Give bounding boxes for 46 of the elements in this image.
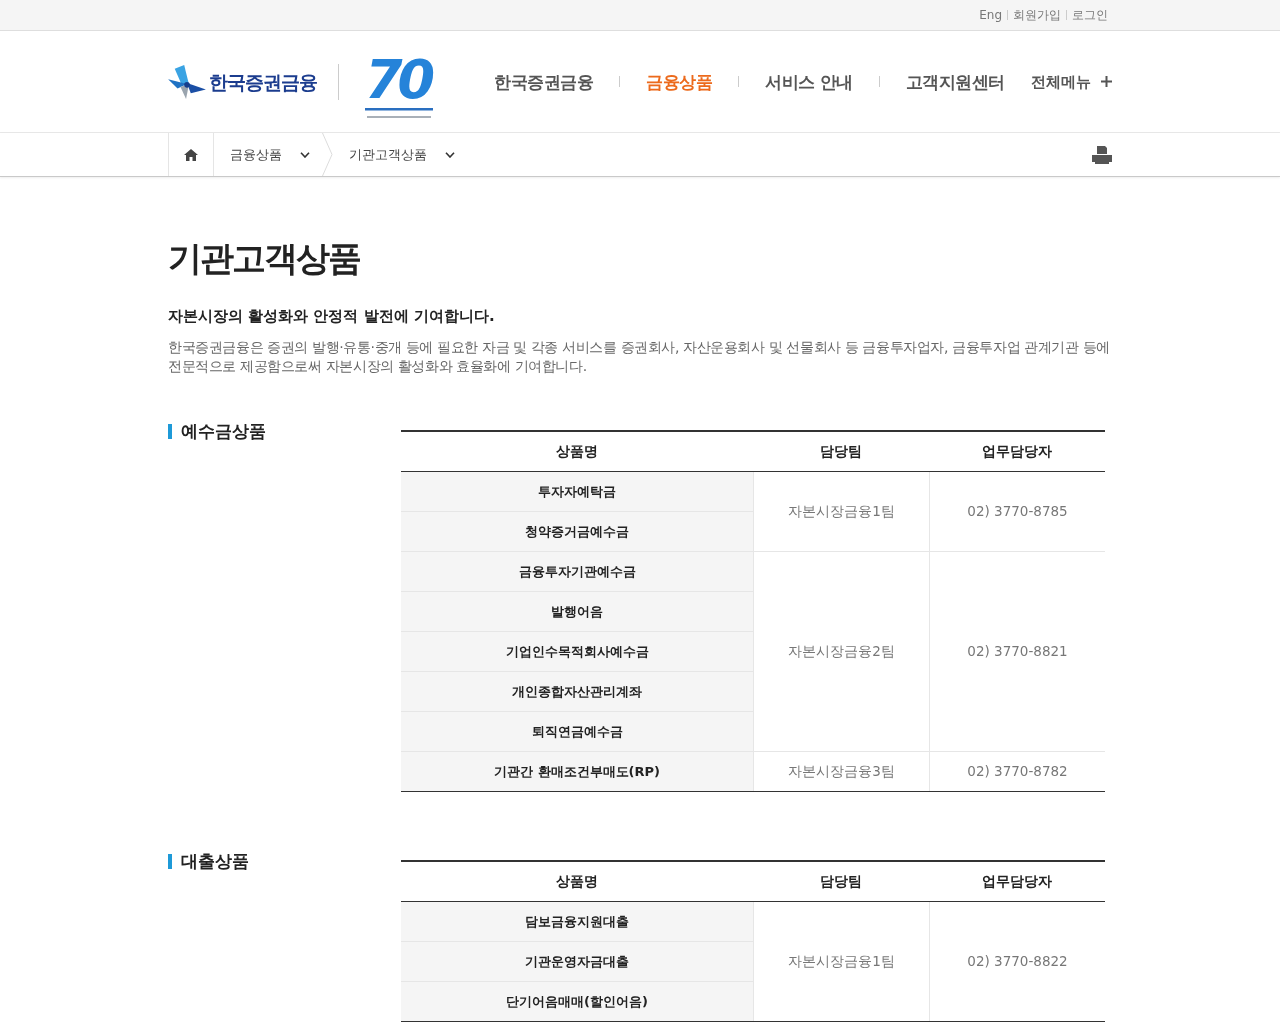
section-title: 대출상품 <box>181 851 249 871</box>
breadcrumb-dropdown[interactable]: 기관고객상품 <box>333 133 467 176</box>
phone-cell: 02) 3770-8821 <box>929 552 1105 752</box>
all-menu-button[interactable]: 전체메뉴 <box>1031 70 1112 93</box>
product-cell: 개인종합자산관리계좌 <box>401 672 753 712</box>
nav-link[interactable]: 서비스 안내 <box>765 69 853 94</box>
product-cell: 단기어음매매(할인어음) <box>401 982 753 1021</box>
top-link[interactable]: 로그인 <box>1072 7 1108 23</box>
top-link[interactable]: Eng <box>979 7 1002 23</box>
product-cell: 발행어음 <box>401 592 753 632</box>
section-marker-icon <box>168 853 172 869</box>
team-cell: 자본시장금융3팀 <box>753 752 929 791</box>
emblem-number: 70 <box>365 56 432 103</box>
product-cell: 퇴직연금예수금 <box>401 712 753 752</box>
phone-cell: 02) 3770-8785 <box>929 472 1105 552</box>
chevron-down-icon <box>445 151 455 158</box>
product-cell: 담보금융지원대출 <box>401 902 753 942</box>
phone-cell: 02) 3770-8822 <box>929 902 1105 1021</box>
column-header: 업무담당자 <box>929 432 1105 472</box>
phone-cell: 02) 3770-8782 <box>929 752 1105 791</box>
product-cell: 청약증거금예수금 <box>401 512 753 552</box>
page-description: 한국증권금융은 증권의 발행·유통·중개 등에 필요한 자금 및 각종 서비스를 증권회사, 자산운용회사 및 선물회사 등 금융투자업자, 금융투자업 관계기관 등에 전문적으로 제공함으로써 자본시장의 활성화와 효율화에 기여합니다. <box>168 338 1111 376</box>
product-cell: 기업인수목적회사예수금 <box>401 632 753 672</box>
logo-icon <box>168 64 206 99</box>
top-link[interactable]: 회원가입 <box>1013 7 1061 23</box>
page-subtitle: 자본시장의 활성화와 안정적 발전에 기여합니다. <box>168 306 496 327</box>
chevron-down-icon <box>300 151 310 158</box>
column-header: 담당팀 <box>753 432 929 472</box>
section-marker-icon <box>168 423 172 439</box>
product-cell: 기관운영자금대출 <box>401 942 753 982</box>
column-header: 업무담당자 <box>929 862 1105 902</box>
product-cell: 기관간 환매조건부매도(RP) <box>401 752 753 791</box>
section-title: 예수금상품 <box>181 421 266 441</box>
logo-text: 한국증권금융 <box>209 69 317 95</box>
printer-icon <box>1092 145 1112 164</box>
column-header: 담당팀 <box>753 862 929 902</box>
emblem-caption-drawing <box>365 107 433 119</box>
nav-link[interactable]: 고객지원센터 <box>905 69 1005 94</box>
nav-link[interactable]: 한국증권금융 <box>494 69 593 94</box>
home-button[interactable] <box>168 133 214 176</box>
product-cell: 투자자예탁금 <box>401 472 753 512</box>
breadcrumb-dropdown[interactable]: 금융상품 <box>214 133 322 176</box>
page-title: 기관고객상품 <box>168 237 361 280</box>
product-cell: 금융투자기관예수금 <box>401 552 753 592</box>
home-icon <box>184 148 198 161</box>
plus-icon <box>1101 76 1112 87</box>
